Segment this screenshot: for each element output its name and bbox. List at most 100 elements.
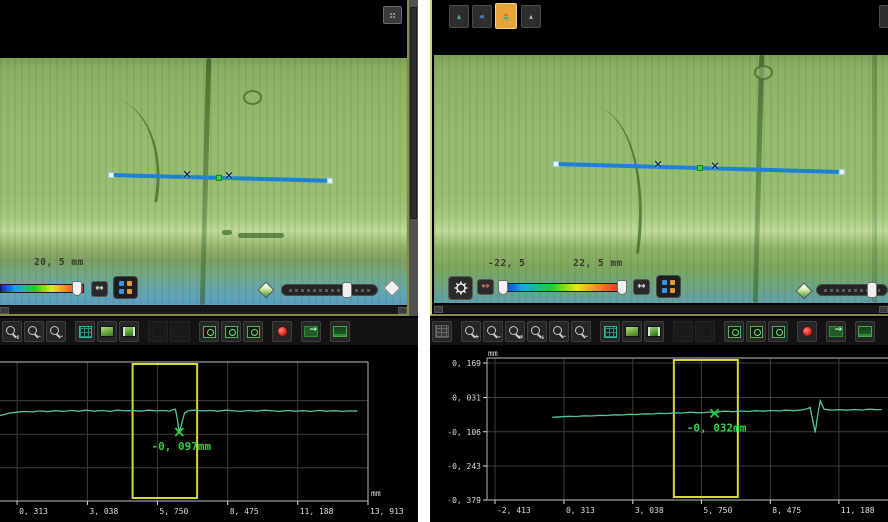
surface-blemish — [243, 90, 262, 105]
vertical-scrollbar[interactable] — [409, 0, 418, 316]
colorbar[interactable] — [499, 283, 625, 292]
svg-text:5, 750: 5, 750 — [159, 507, 188, 516]
profile-graph-icon[interactable] — [472, 5, 492, 28]
surface-3d-view-icon[interactable] — [449, 5, 469, 28]
zoom-fit-icon[interactable] — [746, 321, 766, 342]
zoom-in-point-icon-glyph — [28, 326, 37, 335]
zoom-out-point-icon[interactable]: · — [571, 321, 591, 342]
zoom-out-icon[interactable]: − — [483, 321, 503, 342]
zoom-region-icon[interactable] — [724, 321, 744, 342]
colorbar-handle-min[interactable] — [498, 280, 508, 295]
mag-modifier: − — [497, 334, 501, 341]
scan-image-left[interactable]: 20, 5 mm — [0, 58, 407, 305]
mag-modifier: ⇄ — [519, 334, 523, 341]
image-view-icon[interactable] — [622, 321, 642, 342]
range-max-label: 22, 5 mm — [573, 258, 623, 269]
zoom-down-icon-glyph — [531, 326, 540, 335]
bell-curve-icon — [528, 9, 534, 25]
panel-right: -22, 5 22, 5 mm — [430, 0, 888, 522]
mag-modifier: ↕ — [16, 334, 20, 341]
export-image-icon-glyph — [829, 326, 843, 337]
horizontal-scrollbar[interactable] — [0, 305, 407, 314]
expand-icon[interactable] — [383, 6, 402, 24]
position-slider[interactable] — [816, 284, 888, 296]
record-icon[interactable] — [797, 321, 817, 342]
svg-text:0, 313: 0, 313 — [19, 507, 48, 516]
line-endpoint[interactable] — [327, 178, 333, 184]
mag-modifier: · — [585, 334, 589, 341]
fit-colorbar-button[interactable] — [633, 279, 650, 295]
colorbar[interactable] — [0, 284, 84, 293]
capture-screen-icon[interactable] — [855, 321, 875, 342]
zoom-in-icon[interactable]: + — [461, 321, 481, 342]
measure-grid-icon[interactable] — [600, 321, 620, 342]
svg-text:8, 475: 8, 475 — [772, 506, 801, 515]
svg-text:8, 475: 8, 475 — [230, 507, 259, 516]
profile-chart-right[interactable]: -0, 032mm-2, 4130, 3133, 0385, 7508, 475… — [430, 350, 888, 522]
zoom-out-point-icon[interactable]: · — [46, 321, 66, 342]
diamond-indicator-icon[interactable] — [258, 282, 275, 299]
profile-tool-icon[interactable] — [673, 321, 693, 342]
fit-colorbar-button[interactable] — [91, 281, 108, 297]
scan-image-right[interactable]: -22, 5 22, 5 mm — [434, 55, 888, 303]
capture-screen-icon[interactable] — [330, 321, 350, 342]
zoom-reset-icon-glyph — [247, 326, 260, 338]
zoom-pan-icon[interactable]: ⇄ — [505, 321, 525, 342]
area-tool-icon[interactable] — [695, 321, 715, 342]
zoom-reset-icon[interactable] — [768, 321, 788, 342]
layer-compare-icon[interactable] — [495, 3, 517, 29]
image-view-icon[interactable] — [97, 321, 117, 342]
zoom-reset-icon[interactable] — [243, 321, 263, 342]
mag-modifier: · — [60, 334, 64, 341]
image-view-icon-glyph — [100, 326, 114, 337]
position-slider-handle[interactable] — [867, 282, 877, 298]
profile-tool-icon[interactable] — [148, 321, 168, 342]
capture-screen-icon-glyph — [858, 326, 872, 337]
display-dots-button[interactable] — [656, 275, 681, 298]
gear-icon[interactable] — [448, 276, 473, 300]
measure-grid-icon[interactable] — [75, 321, 95, 342]
export-image-icon[interactable] — [826, 321, 846, 342]
expand-arrows-icon — [390, 9, 395, 22]
position-slider-handle[interactable] — [342, 282, 352, 298]
export-image-icon[interactable] — [301, 321, 321, 342]
diamond-indicator-icon[interactable] — [796, 283, 813, 300]
position-slider[interactable] — [281, 284, 378, 296]
svg-text:-0, 097mm: -0, 097mm — [152, 440, 212, 453]
dot-orange — [127, 281, 132, 286]
chart-container-right: -0, 032mm-2, 4130, 3133, 0385, 7508, 475… — [430, 350, 888, 522]
area-tool-icon[interactable] — [170, 321, 190, 342]
colorbar-handle[interactable] — [72, 281, 82, 296]
zoom-pan-icon[interactable]: ↕ — [2, 321, 22, 342]
measure-center-point[interactable] — [697, 165, 703, 171]
measure-center-point[interactable] — [216, 175, 222, 181]
svg-text:mm: mm — [488, 350, 498, 358]
record-icon[interactable] — [272, 321, 292, 342]
diamond-indicator-icon[interactable] — [384, 280, 401, 297]
measure-x-marker[interactable] — [653, 157, 663, 171]
colorbar-reset-button[interactable] — [477, 279, 494, 295]
zoom-region-icon[interactable] — [199, 321, 219, 342]
line-endpoint[interactable] — [108, 172, 114, 178]
scrollbar-thumb[interactable] — [410, 7, 417, 219]
colorbar-handle-max[interactable] — [617, 280, 627, 295]
zoom-in-point-icon[interactable]: · — [24, 321, 44, 342]
measure-x-marker[interactable] — [182, 167, 192, 181]
zoom-in-point-icon[interactable]: · — [549, 321, 569, 342]
clipped-toolbar-button[interactable] — [879, 5, 888, 28]
area-tool-icon-glyph — [174, 326, 187, 337]
profile-chart-left[interactable]: -0, 097mm0, 3133, 0385, 7508, 47511, 188… — [0, 350, 418, 522]
zoom-fit-icon[interactable] — [221, 321, 241, 342]
display-mode-icon[interactable] — [432, 321, 452, 342]
measure-x-marker[interactable] — [710, 158, 720, 172]
image-fit-icon[interactable] — [644, 321, 664, 342]
horizontal-scrollbar[interactable] — [434, 304, 888, 313]
peak-shape-icon[interactable] — [521, 5, 541, 28]
line-endpoint[interactable] — [839, 169, 845, 175]
zoom-down-icon[interactable]: ↓ — [527, 321, 547, 342]
display-dots-button[interactable] — [113, 276, 138, 299]
line-endpoint[interactable] — [553, 161, 559, 167]
image-fit-icon[interactable] — [119, 321, 139, 342]
chart-container-left: -0, 097mm0, 3133, 0385, 7508, 47511, 188… — [0, 350, 418, 522]
measure-x-marker[interactable] — [224, 168, 234, 182]
